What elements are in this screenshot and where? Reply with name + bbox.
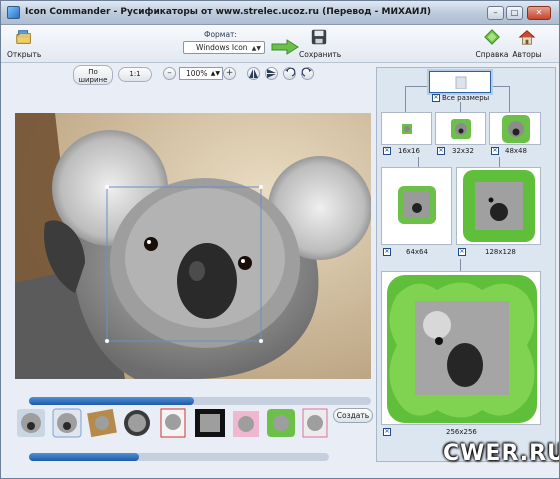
minimize-button[interactable]: – — [487, 6, 504, 20]
size-label-32: 32x32 — [452, 147, 474, 155]
rotate-left-icon — [285, 67, 296, 77]
format-label: Формат: — [204, 30, 237, 39]
zoom-select[interactable]: 100% ▲▼ — [179, 67, 223, 80]
tree-connector — [499, 157, 500, 167]
format-select[interactable]: Windows Icon ▲▼ — [183, 41, 265, 54]
size-checkbox-48[interactable]: ✕ — [491, 147, 499, 155]
scrollbar-thumb[interactable] — [29, 397, 194, 405]
create-button[interactable]: Создать — [333, 408, 373, 423]
size-tile-48[interactable] — [489, 112, 541, 145]
flip-vertical-button[interactable] — [265, 67, 278, 80]
watermark: CWER.RU — [443, 441, 560, 466]
size-label-16: 16x16 — [398, 147, 420, 155]
help-button[interactable]: Справка — [475, 28, 509, 59]
rotate-left-button[interactable] — [283, 67, 296, 80]
icon-preview-64 — [398, 186, 436, 224]
home-icon — [518, 30, 536, 45]
icon-preview-48 — [502, 115, 530, 143]
filmstrip-scrollbar[interactable] — [29, 453, 329, 461]
size-tile-256[interactable] — [381, 271, 541, 425]
app-window: Icon Commander - Русификаторы от www.str… — [0, 0, 560, 479]
flip-horizontal-button[interactable] — [247, 67, 260, 80]
window-title: Icon Commander - Русификаторы от www.str… — [25, 7, 432, 17]
convert-arrow-icon[interactable] — [271, 39, 299, 55]
save-label: Сохранить — [299, 50, 342, 59]
size-tile-128[interactable] — [456, 167, 541, 245]
size-tile-64[interactable] — [381, 167, 452, 245]
icon-preview-128 — [463, 170, 535, 242]
tree-connector — [418, 157, 419, 167]
maximize-button[interactable]: □ — [506, 6, 523, 20]
filmstrip-scrollbar-thumb[interactable] — [29, 453, 139, 461]
zoom-in-button[interactable]: + — [223, 67, 236, 80]
icon-preview-256 — [387, 275, 537, 423]
open-folder-icon — [16, 30, 31, 44]
koala-image — [15, 113, 371, 379]
filmstrip — [15, 405, 329, 443]
size-label-128: 128x128 — [485, 248, 516, 256]
size-label-256: 256x256 — [446, 428, 477, 436]
size-tile-16[interactable] — [381, 112, 432, 145]
title-bar: Icon Commander - Русификаторы от www.str… — [1, 1, 559, 25]
all-sizes-tile[interactable] — [429, 71, 491, 93]
authors-button[interactable]: Авторы — [510, 28, 544, 59]
all-sizes-label: Все размеры — [442, 94, 490, 102]
flip-horizontal-icon — [249, 69, 258, 78]
fit-width-button[interactable]: По ширине — [73, 65, 113, 85]
image-canvas[interactable] — [15, 113, 371, 379]
help-label: Справка — [475, 50, 509, 59]
flip-vertical-icon — [267, 69, 276, 78]
size-label-48: 48x48 — [505, 147, 527, 155]
size-checkbox-16[interactable]: ✕ — [383, 147, 391, 155]
size-label-64: 64x64 — [406, 248, 428, 256]
authors-label: Авторы — [512, 50, 542, 59]
zoom-out-button[interactable]: – — [163, 67, 176, 80]
icon-preview-16 — [402, 124, 412, 134]
all-sizes-checkbox[interactable]: ✕ — [432, 94, 440, 102]
format-value: Windows Icon — [196, 43, 248, 52]
rotate-right-button[interactable] — [301, 67, 314, 80]
tree-connector — [460, 259, 461, 271]
size-checkbox-256[interactable]: ✕ — [383, 428, 391, 436]
rotate-right-icon — [301, 67, 312, 77]
tree-connector — [509, 86, 510, 112]
zoom-value: 100% — [186, 69, 208, 78]
open-button[interactable]: Открыть — [7, 28, 41, 59]
icon-preview — [455, 76, 467, 89]
size-checkbox-64[interactable]: ✕ — [383, 248, 391, 256]
canvas-horizontal-scrollbar[interactable] — [29, 397, 371, 405]
tree-connector — [405, 86, 406, 112]
actual-size-button[interactable]: 1:1 — [118, 67, 152, 82]
app-icon — [7, 6, 20, 19]
chevron-updown-icon: ▲▼ — [251, 45, 261, 52]
close-button[interactable]: ✕ — [527, 6, 551, 20]
floppy-disk-icon — [311, 29, 327, 45]
open-label: Открыть — [7, 50, 42, 59]
chevron-updown-icon: ▲▼ — [210, 70, 220, 77]
icon-preview-32 — [451, 119, 471, 139]
help-diamond-icon — [484, 29, 500, 45]
size-checkbox-128[interactable]: ✕ — [458, 248, 466, 256]
size-checkbox-32[interactable]: ✕ — [437, 147, 445, 155]
size-tile-32[interactable] — [435, 112, 486, 145]
save-button[interactable]: Сохранить — [299, 28, 342, 59]
filmstrip-thumbnails — [17, 408, 328, 438]
tree-connector — [460, 102, 461, 112]
